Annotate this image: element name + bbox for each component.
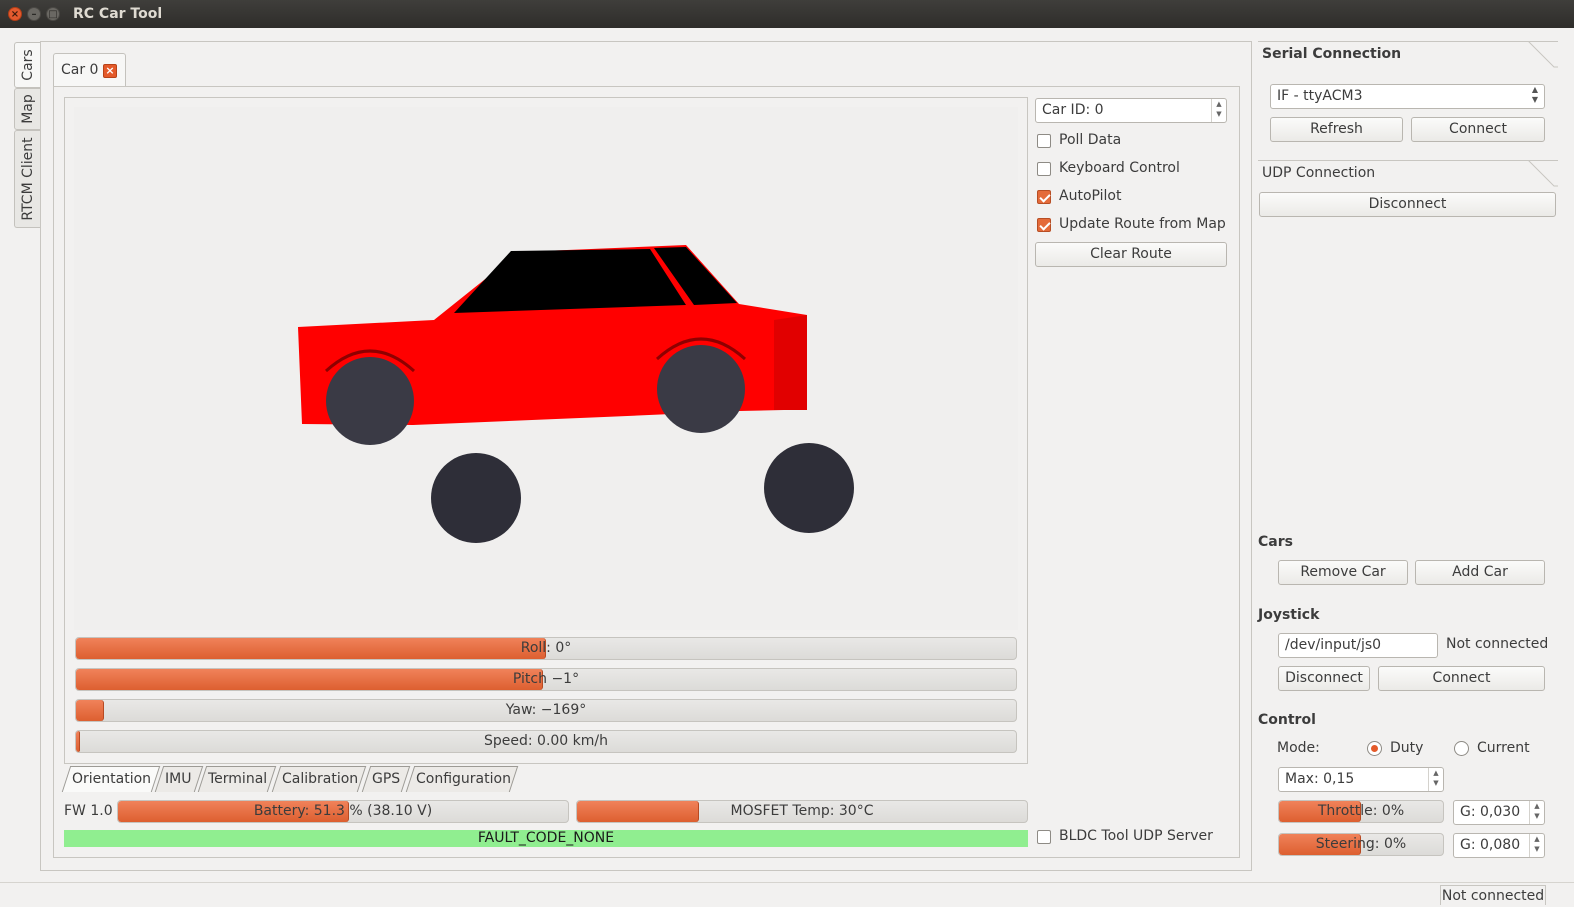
speed-bar-label: Speed: 0.00 km/h — [483, 733, 608, 749]
pitch-bar-label: Pitch −1° — [512, 671, 580, 687]
bldc-udp-checkbox[interactable] — [1037, 830, 1051, 844]
car-3d-view[interactable] — [74, 107, 1018, 630]
side-tab-label: Cars — [19, 49, 36, 81]
max-value: Max: 0,15 — [1285, 771, 1355, 787]
udp-disconnect-button[interactable]: Disconnect — [1259, 192, 1556, 217]
keyboard-control-checkbox[interactable] — [1037, 162, 1051, 176]
mode-duty-label: Duty — [1390, 740, 1424, 756]
autopilot-checkbox[interactable] — [1037, 190, 1051, 204]
chevron-updown-icon: ▲ ▼ — [1531, 85, 1538, 104]
roll-bar-label: Roll: 0° — [520, 640, 572, 656]
fault-code-indicator: FAULT_CODE_NONE — [64, 830, 1028, 847]
throttle-gain-spinbox[interactable]: G: 0,030 ▲ ▼ — [1453, 800, 1545, 825]
side-tab-rtcm-client[interactable]: RTCM Client — [14, 130, 40, 228]
tab-label: Car 0 — [61, 62, 99, 78]
udp-connection-title: UDP Connection — [1262, 165, 1376, 181]
joystick-device-input[interactable]: /dev/input/js0 — [1278, 633, 1438, 658]
title-bar: × – □ RC Car Tool — [0, 0, 1574, 28]
car-id-value: Car ID: 0 — [1042, 102, 1104, 118]
spin-arrows-icon[interactable]: ▲ ▼ — [1211, 99, 1226, 122]
tab-label: Terminal — [208, 771, 268, 787]
update-route-checkbox[interactable] — [1037, 218, 1051, 232]
tab-label: IMU — [165, 771, 192, 787]
throttle-bar: Throttle: 0% — [1278, 800, 1444, 823]
section-corner-icon — [1514, 41, 1558, 68]
window-close-button[interactable]: × — [8, 7, 22, 21]
mode-duty-radio[interactable] — [1367, 741, 1382, 756]
side-tab-label: Map — [19, 94, 36, 124]
serial-refresh-button[interactable]: Refresh — [1270, 117, 1403, 142]
steering-gain-value: G: 0,080 — [1460, 837, 1521, 853]
mode-current-label: Current — [1477, 740, 1530, 756]
battery-bar: Battery: 51.3 % (38.10 V) — [117, 800, 569, 823]
serial-connect-button[interactable]: Connect — [1411, 117, 1545, 142]
status-bar: Not connected — [0, 882, 1574, 907]
autopilot-label: AutoPilot — [1059, 188, 1122, 204]
serial-connection-title: Serial Connection — [1262, 46, 1402, 62]
joystick-connect-button[interactable]: Connect — [1378, 666, 1545, 691]
serial-port-value: IF - ttyACM3 — [1277, 88, 1363, 104]
joystick-status: Not connected — [1446, 636, 1549, 652]
tab-label: GPS — [372, 771, 401, 787]
cars-section-title: Cars — [1258, 534, 1293, 550]
spin-arrows-icon[interactable]: ▲ ▼ — [1529, 801, 1544, 824]
keyboard-control-label: Keyboard Control — [1059, 160, 1180, 176]
serial-connection-header: Serial Connection — [1258, 41, 1558, 69]
udp-connection-header: UDP Connection — [1258, 160, 1558, 188]
poll-data-label: Poll Data — [1059, 132, 1122, 148]
tab-car-0[interactable]: Car 0 × — [53, 53, 126, 87]
mosfet-temp-bar-label: MOSFET Temp: 30°C — [730, 803, 874, 819]
window-minimize-button[interactable]: – — [27, 7, 41, 21]
steering-bar-label: Steering: 0% — [1315, 836, 1407, 852]
yaw-bar: Yaw: −169° — [75, 699, 1017, 722]
window-maximize-button[interactable]: □ — [46, 7, 60, 21]
mosfet-temp-bar: MOSFET Temp: 30°C — [576, 800, 1028, 823]
side-tab-map[interactable]: Map — [14, 88, 40, 130]
tab-configuration[interactable]: Configuration — [405, 766, 519, 792]
tab-terminal[interactable]: Terminal — [197, 766, 277, 792]
car-id-spinbox[interactable]: Car ID: 0 ▲ ▼ — [1035, 98, 1227, 123]
window-title: RC Car Tool — [73, 6, 163, 22]
joystick-section-title: Joystick — [1258, 607, 1320, 623]
spin-arrows-icon[interactable]: ▲ ▼ — [1428, 768, 1443, 791]
joystick-disconnect-button[interactable]: Disconnect — [1278, 666, 1370, 691]
yaw-bar-label: Yaw: −169° — [505, 702, 587, 718]
steering-gain-spinbox[interactable]: G: 0,080 ▲ ▼ — [1453, 833, 1545, 858]
connection-status: Not connected — [1440, 885, 1546, 905]
close-icon[interactable]: × — [103, 64, 117, 78]
tab-calibration[interactable]: Calibration — [271, 766, 367, 792]
throttle-bar-label: Throttle: 0% — [1317, 803, 1405, 819]
clear-route-button[interactable]: Clear Route — [1035, 242, 1227, 267]
max-spinbox[interactable]: Max: 0,15 ▲ ▼ — [1278, 767, 1444, 792]
roll-bar: Roll: 0° — [75, 637, 1017, 660]
remove-car-button[interactable]: Remove Car — [1278, 560, 1408, 585]
mode-current-radio[interactable] — [1454, 741, 1469, 756]
section-corner-icon — [1514, 160, 1558, 187]
side-tab-cars[interactable]: Cars — [14, 42, 40, 88]
tab-label: Configuration — [416, 771, 511, 787]
control-section-title: Control — [1258, 712, 1316, 728]
add-car-button[interactable]: Add Car — [1415, 560, 1545, 585]
update-route-label: Update Route from Map — [1059, 216, 1226, 232]
car-model-image — [298, 245, 854, 543]
side-tab-label: RTCM Client — [19, 137, 36, 221]
poll-data-checkbox[interactable] — [1037, 134, 1051, 148]
tab-gps[interactable]: GPS — [361, 766, 411, 792]
pitch-bar: Pitch −1° — [75, 668, 1017, 691]
mode-label: Mode: — [1277, 740, 1320, 756]
bldc-udp-label: BLDC Tool UDP Server — [1059, 828, 1213, 844]
serial-port-select[interactable]: IF - ttyACM3 ▲ ▼ — [1270, 84, 1545, 109]
tab-label: Orientation — [72, 771, 152, 787]
firmware-version: FW 1.0 — [64, 803, 113, 819]
battery-bar-label: Battery: 51.3 % (38.10 V) — [253, 803, 433, 819]
throttle-gain-value: G: 0,030 — [1460, 804, 1521, 820]
tab-label: Calibration — [282, 771, 359, 787]
tab-orientation[interactable]: Orientation — [61, 766, 161, 792]
tab-imu[interactable]: IMU — [154, 766, 204, 792]
spin-arrows-icon[interactable]: ▲ ▼ — [1529, 834, 1544, 857]
steering-bar: Steering: 0% — [1278, 833, 1444, 856]
speed-bar: Speed: 0.00 km/h — [75, 730, 1017, 753]
